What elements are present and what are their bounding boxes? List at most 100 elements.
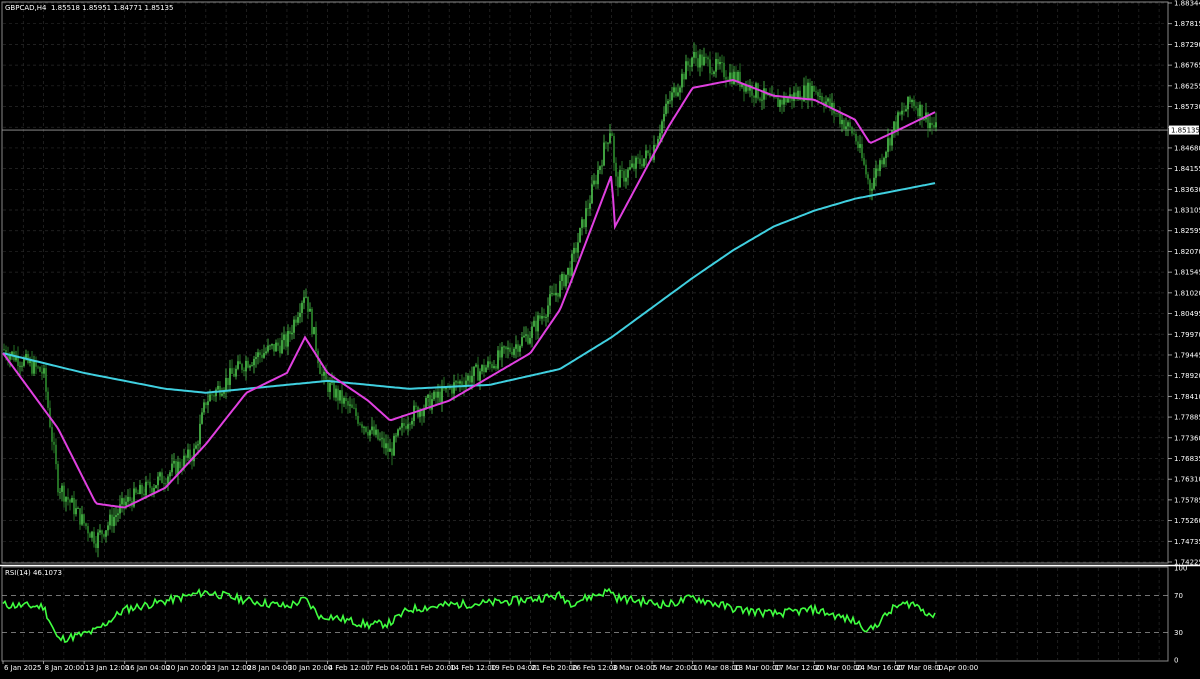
candle-body [295, 319, 297, 323]
candle-body [185, 455, 187, 458]
candle-body [867, 174, 869, 180]
candle-body [869, 179, 871, 191]
candle-body [707, 57, 709, 60]
candle-body [93, 531, 95, 544]
candle-body [435, 391, 437, 398]
price-label: 1.80495 [1174, 310, 1200, 318]
candle-body [907, 96, 909, 110]
candle-body [595, 180, 597, 185]
candle-body [519, 345, 521, 352]
candle-body [703, 56, 705, 66]
candle-body [923, 119, 925, 121]
candle-body [357, 415, 359, 424]
candle-body [551, 293, 553, 295]
price-label: 1.79445 [1174, 351, 1200, 359]
candle-body [461, 381, 463, 386]
candle-body [537, 315, 539, 332]
time-label: 14 Feb 12:00 [450, 664, 496, 672]
candle-body [795, 92, 797, 98]
price-label: 1.78920 [1174, 372, 1200, 380]
candle-body [397, 429, 399, 436]
candle-body [543, 316, 545, 318]
price-label: 1.87815 [1174, 20, 1200, 28]
candle-body [683, 73, 685, 80]
candle-body [225, 377, 227, 391]
candle-body [329, 382, 331, 392]
candle-body [53, 441, 55, 445]
candle-body [479, 371, 481, 381]
candle-body [143, 493, 145, 496]
time-label: 5 Mar 20:00 [653, 664, 695, 672]
candle-body [689, 65, 691, 67]
candle-body [111, 514, 113, 527]
time-label: 3 Mar 04:00 [612, 664, 654, 672]
price-label: 1.86255 [1174, 82, 1200, 90]
candle-body [477, 364, 479, 381]
candle-body [161, 472, 163, 484]
candle-body [407, 424, 409, 429]
candle-body [103, 534, 105, 537]
candle-body [639, 158, 641, 164]
candle-body [95, 543, 97, 548]
candle-body [165, 483, 167, 485]
candle-body [373, 426, 375, 435]
chart-canvas[interactable]: GBPCAD,H4 1.85518 1.85951 1.84771 1.8513… [0, 0, 1200, 675]
candle-body [235, 368, 237, 377]
candle-body [279, 345, 281, 354]
candle-body [345, 397, 347, 402]
candle-body [699, 54, 701, 68]
candle-body [763, 88, 765, 100]
price-label: 1.77885 [1174, 414, 1200, 422]
candle-body [319, 363, 321, 374]
candle-body [389, 448, 391, 452]
candle-body [283, 334, 285, 341]
candle-body [813, 85, 815, 92]
candle-body [85, 523, 87, 527]
candle-body [573, 247, 575, 254]
candle-body [589, 203, 591, 209]
candle-body [249, 365, 251, 368]
candle-body [781, 99, 783, 105]
candle-body [205, 402, 207, 406]
candle-body [687, 61, 689, 66]
candle-body [903, 110, 905, 112]
candle-body [207, 401, 209, 406]
candle-body [935, 122, 937, 128]
candle-body [931, 122, 933, 126]
candle-body [697, 58, 699, 68]
candle-body [369, 430, 371, 436]
candle-body [383, 438, 385, 449]
candle-body [69, 499, 71, 503]
candle-body [259, 352, 261, 356]
candle-body [433, 391, 435, 400]
candle-body [387, 443, 389, 452]
current-price-label: 1.85135 [1169, 125, 1200, 135]
rsi-title: RSI(14) 46.1073 [5, 569, 62, 577]
time-label: 19 Feb 04:00 [491, 664, 537, 672]
chart-background [0, 0, 1200, 675]
rsi-level-label: 100 [1174, 565, 1187, 573]
candle-body [637, 157, 639, 159]
candle-body [365, 426, 367, 432]
candle-body [113, 516, 115, 527]
candle-body [353, 407, 355, 409]
candle-body [915, 106, 917, 109]
candle-body [171, 463, 173, 473]
candle-body [647, 150, 649, 154]
candle-body [255, 357, 257, 359]
candle-body [641, 163, 643, 167]
candle-body [173, 460, 175, 464]
candle-body [835, 113, 837, 115]
candle-body [305, 296, 307, 298]
candle-body [655, 144, 657, 147]
candle-body [155, 485, 157, 489]
candle-body [753, 95, 755, 98]
candle-body [21, 365, 23, 367]
candle-body [599, 166, 601, 171]
trading-chart-window[interactable]: GBPCAD,H4 1.85518 1.85951 1.84771 1.8513… [0, 0, 1200, 675]
candle-body [251, 365, 253, 367]
candle-body [217, 385, 219, 390]
candle-body [275, 342, 277, 352]
candle-body [197, 444, 199, 446]
candle-body [455, 381, 457, 383]
